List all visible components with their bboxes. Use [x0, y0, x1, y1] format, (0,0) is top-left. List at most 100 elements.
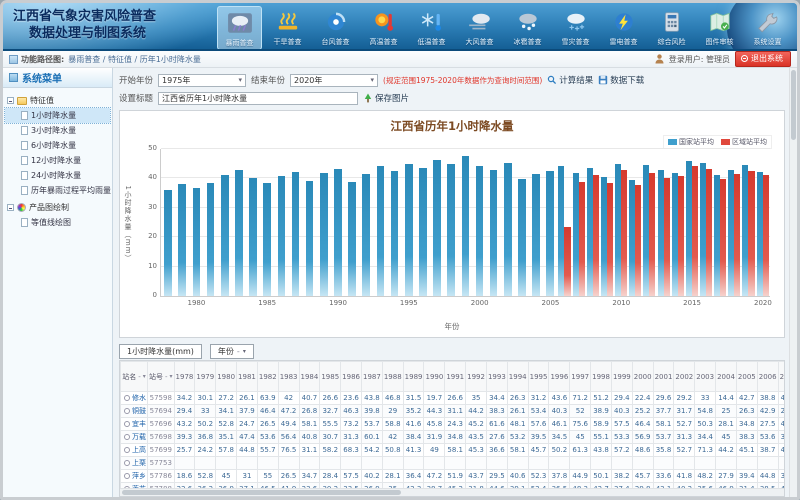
- toolbar-item-low-temp[interactable]: 低温普查: [409, 6, 454, 50]
- scrollbar-thumb[interactable]: [122, 490, 401, 495]
- bar-group-1985[interactable]: [260, 149, 274, 296]
- bar-group-1983[interactable]: [232, 149, 246, 296]
- year-column-header[interactable]: 1989: [403, 362, 424, 392]
- logout-button[interactable]: 退出系统: [735, 51, 791, 67]
- bar-national[interactable]: [391, 171, 399, 296]
- bar-group-1993[interactable]: [373, 149, 387, 296]
- year-column-header[interactable]: 1999: [611, 362, 632, 392]
- year-column-header[interactable]: 2005: [736, 362, 757, 392]
- bar-group-1979[interactable]: [175, 149, 189, 296]
- year-column-header[interactable]: 2001: [653, 362, 674, 392]
- bar-national[interactable]: [292, 172, 300, 296]
- bar-national[interactable]: [546, 171, 554, 296]
- end-year-select[interactable]: 2020年▾: [290, 74, 378, 87]
- bar-group-1995[interactable]: [402, 149, 416, 296]
- bar-national[interactable]: [405, 164, 413, 296]
- radio-icon[interactable]: [124, 408, 130, 414]
- year-column-header[interactable]: 1980: [216, 362, 237, 392]
- year-column-header[interactable]: 1984: [299, 362, 320, 392]
- bar-group-2013[interactable]: [656, 149, 670, 296]
- radio-icon[interactable]: [124, 434, 130, 440]
- sidebar-group[interactable]: 特征值: [5, 93, 110, 108]
- year-column-header[interactable]: 1990: [424, 362, 445, 392]
- year-column-header[interactable]: 2000: [632, 362, 653, 392]
- sidebar-item-等值线绘图[interactable]: 等值线绘图: [5, 215, 110, 230]
- toolbar-item-lightning[interactable]: 雷电普查: [601, 6, 646, 50]
- sidebar-item-24小时降水量[interactable]: 24小时降水量: [5, 168, 110, 183]
- unit-button[interactable]: 1小时降水量(mm): [119, 344, 202, 359]
- year-column-header[interactable]: 1986: [341, 362, 362, 392]
- bar-regional[interactable]: [649, 173, 655, 296]
- bar-group-1997[interactable]: [430, 149, 444, 296]
- sidebar-item-1小时降水量[interactable]: 1小时降水量: [5, 108, 110, 123]
- bar-group-1988[interactable]: [303, 149, 317, 296]
- bar-national[interactable]: [221, 175, 229, 296]
- bar-group-2010[interactable]: [614, 149, 628, 296]
- bar-group-1994[interactable]: [388, 149, 402, 296]
- year-column-header[interactable]: 1991: [445, 362, 466, 392]
- bar-group-2016[interactable]: [699, 149, 713, 296]
- bar-national[interactable]: [348, 182, 356, 296]
- chart-legend[interactable]: 国家站平均 区域站平均: [663, 135, 772, 149]
- year-column-header[interactable]: 1994: [507, 362, 528, 392]
- bar-national[interactable]: [164, 190, 172, 296]
- toolbar-item-typhoon[interactable]: 台风普查: [313, 6, 358, 50]
- sidebar-item-历年暴雨过程平均雨量[interactable]: 历年暴雨过程平均雨量: [5, 183, 110, 198]
- bar-national[interactable]: [419, 168, 427, 296]
- toolbar-item-map-review[interactable]: 图件审核: [697, 6, 742, 50]
- year-column-header[interactable]: 1995: [528, 362, 549, 392]
- bar-national[interactable]: [249, 178, 257, 296]
- station-name-cell[interactable]: 宜丰: [121, 418, 148, 431]
- year-column-header[interactable]: 2002: [674, 362, 695, 392]
- year-column-header[interactable]: 1996: [549, 362, 570, 392]
- bar-national[interactable]: [377, 166, 385, 296]
- vertical-scrollbar[interactable]: [789, 68, 797, 497]
- bar-group-1992[interactable]: [359, 149, 373, 296]
- bar-group-2011[interactable]: [628, 149, 642, 296]
- bar-regional[interactable]: [734, 174, 740, 296]
- toolbar-item-gale[interactable]: 大风普查: [457, 6, 502, 50]
- bar-national[interactable]: [518, 179, 526, 296]
- bar-national[interactable]: [476, 166, 484, 296]
- bar-group-2020[interactable]: [756, 149, 770, 296]
- station-name-cell[interactable]: 上高: [121, 444, 148, 457]
- bar-regional[interactable]: [720, 179, 726, 296]
- start-year-select[interactable]: 1975年▾: [158, 74, 246, 87]
- bar-regional[interactable]: [748, 171, 754, 296]
- bar-regional[interactable]: [593, 175, 599, 296]
- bar-regional[interactable]: [579, 182, 585, 296]
- bar-national[interactable]: [532, 174, 540, 296]
- chart-title-input[interactable]: [158, 92, 358, 105]
- bar-national[interactable]: [193, 188, 201, 296]
- radio-icon[interactable]: [124, 460, 130, 466]
- station-name-cell[interactable]: 修水: [121, 392, 148, 405]
- bar-group-2009[interactable]: [600, 149, 614, 296]
- toolbar-item-rainstorm[interactable]: 暴雨普查: [217, 6, 262, 50]
- toolbar-item-risk-calc[interactable]: 综合风险: [649, 6, 694, 50]
- bar-group-2015[interactable]: [685, 149, 699, 296]
- bar-regional[interactable]: [763, 175, 769, 296]
- bar-group-2014[interactable]: [671, 149, 685, 296]
- bar-national[interactable]: [207, 183, 215, 296]
- year-column-header[interactable]: 1981: [237, 362, 258, 392]
- bar-group-2006[interactable]: [557, 149, 571, 296]
- data-download-button[interactable]: 数据下载: [598, 74, 644, 86]
- year-column-header[interactable]: 1998: [591, 362, 612, 392]
- sidebar-item-12小时降水量[interactable]: 12小时降水量: [5, 153, 110, 168]
- sidebar-item-6小时降水量[interactable]: 6小时降水量: [5, 138, 110, 153]
- year-column-header[interactable]: 1988: [382, 362, 403, 392]
- station-name-cell[interactable]: 萍乡: [121, 470, 148, 483]
- toolbar-item-high-temp[interactable]: 高温普查: [361, 6, 406, 50]
- year-column-header[interactable]: 1992: [466, 362, 487, 392]
- bar-national[interactable]: [362, 174, 370, 296]
- bar-group-2004[interactable]: [529, 149, 543, 296]
- bar-group-2002[interactable]: [501, 149, 515, 296]
- bar-group-2008[interactable]: [586, 149, 600, 296]
- bar-national[interactable]: [278, 176, 286, 296]
- year-column-header[interactable]: 1983: [278, 362, 299, 392]
- year-column-header[interactable]: 2007: [778, 362, 785, 392]
- horizontal-scrollbar[interactable]: [120, 488, 784, 496]
- bar-group-2005[interactable]: [543, 149, 557, 296]
- bar-group-2007[interactable]: [572, 149, 586, 296]
- bar-group-1982[interactable]: [218, 149, 232, 296]
